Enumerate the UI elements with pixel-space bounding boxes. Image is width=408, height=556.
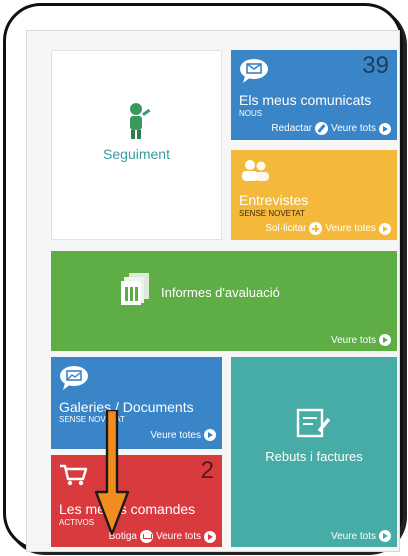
shopping-cart-icon bbox=[59, 463, 89, 492]
plus-icon[interactable] bbox=[309, 222, 323, 235]
veure-totes-link[interactable]: Veure totes bbox=[150, 430, 201, 441]
device-frame: Seguiment 39 Els meus comunicats NOUS Re… bbox=[3, 3, 403, 552]
tile-title: Els meus comunicats bbox=[239, 92, 372, 108]
cart-small-icon[interactable] bbox=[139, 530, 153, 543]
veure-tots-link[interactable]: Veure tots bbox=[331, 531, 376, 542]
tile-title: Rebuts i factures bbox=[265, 449, 363, 464]
tile-comandes[interactable]: 2 Les meves comandes ACTIVOS Botiga Veur… bbox=[51, 455, 222, 547]
redactar-link[interactable]: Redactar bbox=[271, 123, 312, 134]
tile-actions: Veure totes bbox=[150, 429, 216, 441]
tile-subtitle: SENSE NOVETAT bbox=[239, 209, 305, 218]
sollicitar-link[interactable]: Sol·licitar bbox=[265, 223, 306, 234]
tile-title: Informes d'avaluació bbox=[161, 285, 280, 300]
tile-subtitle: ACTIVOS bbox=[59, 518, 95, 527]
tile-seguiment[interactable]: Seguiment bbox=[51, 50, 222, 240]
veure-tots-link[interactable]: Veure tots bbox=[331, 123, 376, 134]
count-badge: 39 bbox=[362, 52, 389, 79]
tile-informes[interactable]: Informes d'avaluació Veure tots bbox=[51, 251, 397, 351]
play-circle-icon[interactable] bbox=[379, 222, 391, 235]
tile-title: Entrevistes bbox=[239, 192, 309, 208]
dashboard-grid: Seguiment 39 Els meus comunicats NOUS Re… bbox=[26, 30, 400, 552]
play-circle-icon[interactable] bbox=[204, 429, 216, 441]
veure-totes-link[interactable]: Veure totes bbox=[325, 223, 376, 234]
tile-comunicats[interactable]: 39 Els meus comunicats NOUS Redactar Veu… bbox=[231, 50, 397, 140]
veure-tots-link[interactable]: Veure tots bbox=[331, 335, 376, 346]
chat-image-icon bbox=[59, 365, 89, 396]
tile-actions: Veure tots bbox=[331, 334, 391, 346]
play-circle-icon[interactable] bbox=[379, 530, 391, 542]
play-circle-icon[interactable] bbox=[204, 530, 216, 543]
tile-title: Seguiment bbox=[103, 146, 170, 162]
tile-rebuts[interactable]: Rebuts i factures Veure tots bbox=[231, 357, 397, 547]
tile-galeries[interactable]: Galeries / Documents SENSE NOVETAT Veure… bbox=[51, 357, 222, 449]
chat-envelope-icon bbox=[239, 58, 269, 89]
play-circle-icon[interactable] bbox=[379, 334, 391, 346]
tile-subtitle: NOUS bbox=[239, 109, 263, 118]
receipt-icon bbox=[295, 407, 331, 444]
student-icon bbox=[124, 101, 152, 146]
documents-icon bbox=[119, 271, 153, 312]
annotation-arrow bbox=[94, 410, 130, 536]
tile-actions: Sol·licitar Veure totes bbox=[265, 222, 391, 235]
tile-actions: Redactar Veure tots bbox=[271, 122, 391, 135]
play-circle-icon[interactable] bbox=[379, 122, 391, 135]
tile-actions: Veure tots bbox=[331, 530, 391, 542]
count-badge: 2 bbox=[200, 457, 214, 484]
people-icon bbox=[239, 158, 271, 187]
pencil-icon[interactable] bbox=[314, 122, 328, 135]
veure-tots-link[interactable]: Veure tots bbox=[156, 531, 201, 542]
tile-entrevistes[interactable]: Entrevistes SENSE NOVETAT Sol·licitar Ve… bbox=[231, 150, 397, 240]
